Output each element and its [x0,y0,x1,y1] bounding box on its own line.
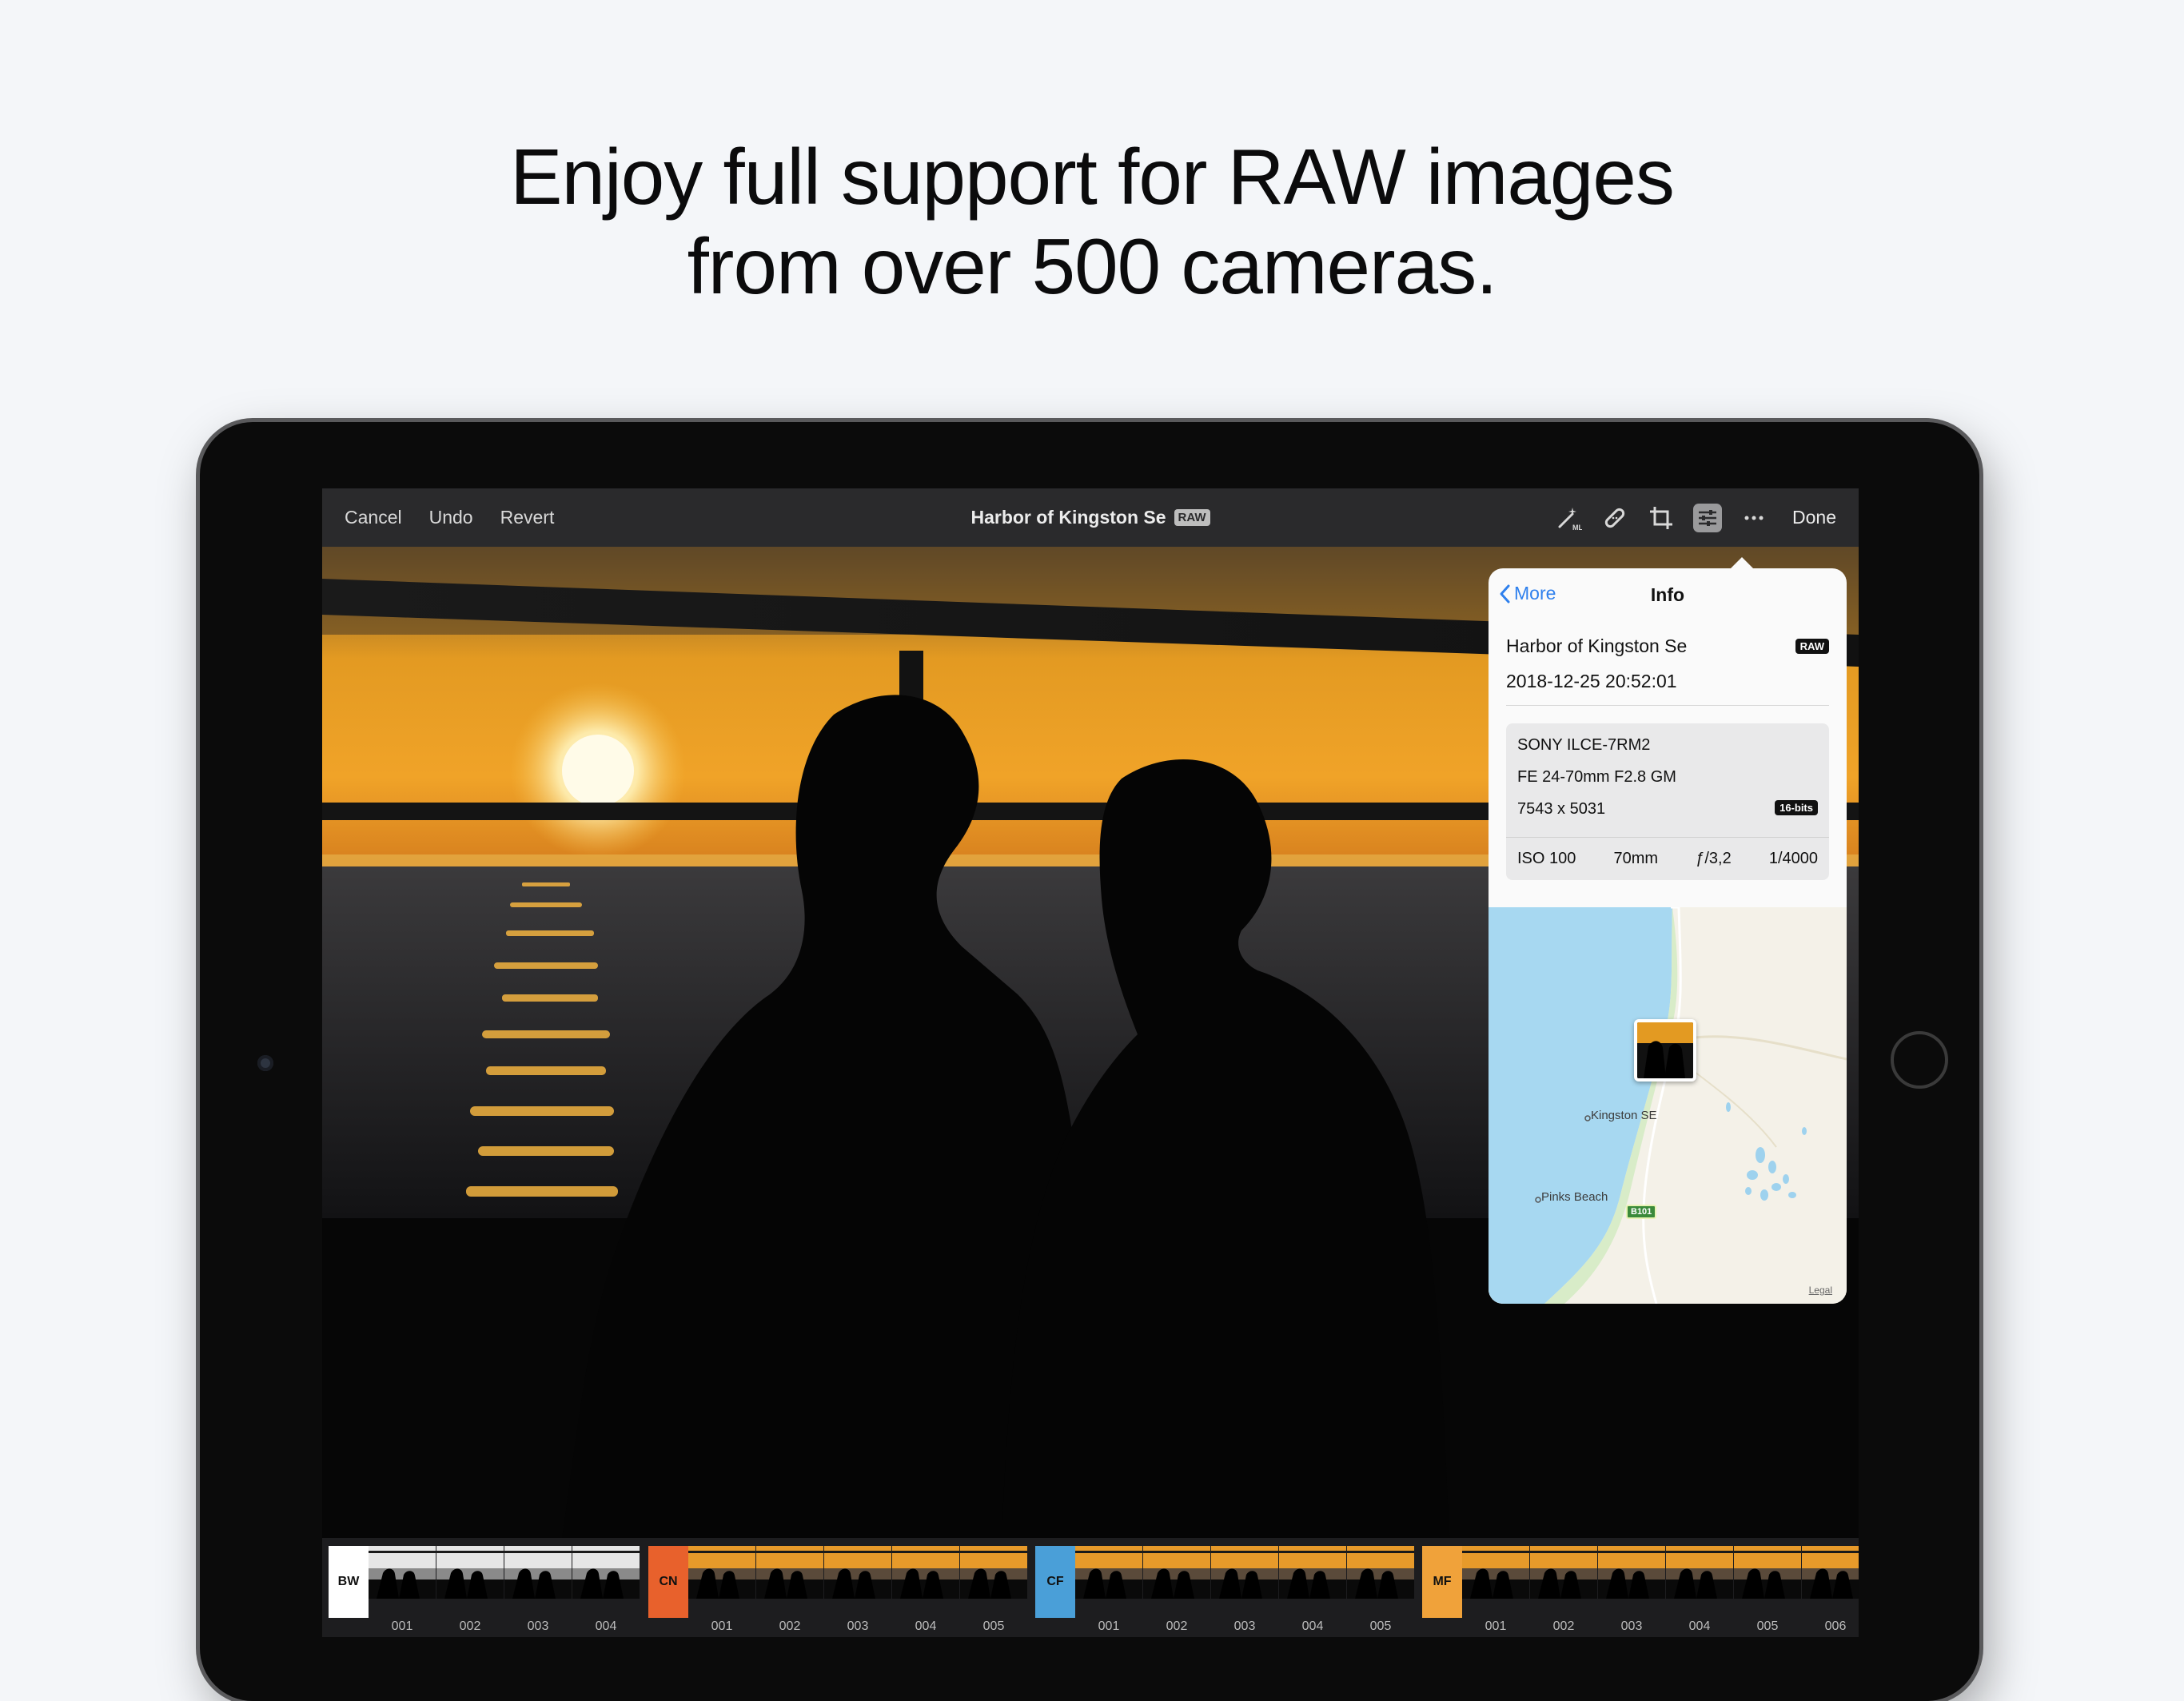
film-preset-number: 005 [1369,1619,1392,1633]
home-button[interactable] [1891,1031,1948,1089]
film-preset-number: 002 [779,1619,801,1633]
road-sign-badge: B101 [1626,1205,1657,1219]
lens-model: FE 24-70mm F2.8 GM [1517,768,1676,786]
film-group-bw: BW 001 002 003 004 [329,1546,640,1637]
film-preset-number: 006 [1824,1619,1847,1633]
film-preset-thumbnail[interactable] [1462,1546,1529,1599]
film-preset-number: 001 [1485,1619,1507,1633]
film-preset-number: 005 [1756,1619,1779,1633]
film-preset-number: 004 [1688,1619,1711,1633]
film-preset-thumbnail[interactable] [504,1546,572,1599]
film-preset-thumbnail[interactable] [1211,1546,1278,1599]
film-category-label[interactable]: CF [1035,1546,1075,1618]
film-preset-number: 003 [527,1619,549,1633]
raw-badge: RAW [1795,639,1829,654]
exposure-stats: ISO 100 70mm ƒ/3,2 1/4000 [1517,850,1818,868]
info-popover: More Info Harbor of Kingston Se RAW 2018… [1489,568,1847,1304]
film-preset-thumbnail[interactable] [688,1546,755,1599]
film-category-label[interactable]: BW [329,1546,369,1618]
film-preset-thumbnail[interactable] [1666,1546,1733,1599]
crop-icon[interactable] [1647,504,1676,532]
film-preset-number: 003 [847,1619,869,1633]
film-preset-thumbnail[interactable] [1075,1546,1142,1599]
magic-wand-ml-icon[interactable]: ML [1554,504,1583,532]
film-preset-number: 001 [711,1619,733,1633]
film-category-label[interactable]: CN [648,1546,688,1618]
aperture-value: ƒ/3,2 [1696,850,1732,867]
film-preset-number: 003 [1233,1619,1256,1633]
sliders-icon[interactable] [1693,503,1723,532]
film-group-mf: MF 001 002 003 004 005 006 [1422,1546,1859,1637]
film-preset-thumbnail[interactable] [1143,1546,1210,1599]
film-preset-number: 003 [1620,1619,1643,1633]
camera-model: SONY ILCE-7RM2 [1517,736,1651,754]
front-camera [257,1055,273,1071]
popover-header: More Info [1489,568,1847,624]
exif-card: SONY ILCE-7RM2 FE 24-70mm F2.8 GM 7543 x… [1506,723,1829,880]
toolbar-right-tools: ML Done [1554,488,1836,547]
popover-title: Info [1650,584,1685,605]
focal-length: 70mm [1613,850,1659,867]
film-preset-thumbnail[interactable] [892,1546,959,1599]
headline-line-1: Enjoy full support for RAW images [510,133,1675,221]
photo-location-pin[interactable] [1634,1019,1696,1082]
film-preset-number: 002 [1552,1619,1575,1633]
film-group-cn: CN 001 002 003 004 005 [648,1546,1028,1637]
bit-depth-badge: 16-bits [1775,800,1818,815]
film-preset-thumbnail[interactable] [369,1546,436,1599]
film-preset-number: 004 [915,1619,937,1633]
photo-title-text: Harbor of Kingston Se [970,507,1166,528]
shutter-speed: 1/4000 [1768,850,1818,867]
headline: Enjoy full support for RAW images from o… [0,132,2184,311]
app-screen: Cancel Undo Revert Harbor of Kingston Se… [322,488,1859,1637]
film-preset-strip: BW 001 002 003 004 CN 001 002 003 004 005 CF 001 002 0… [322,1538,1859,1637]
iso-value: ISO 100 [1517,850,1576,867]
photo-date: 2018-12-25 20:52:01 [1506,671,1677,691]
photo-name: Harbor of Kingston Se [1506,635,1688,656]
divider [1506,705,1829,706]
done-button[interactable]: Done [1792,507,1836,528]
film-preset-number: 002 [1166,1619,1188,1633]
film-preset-thumbnail[interactable] [1802,1546,1859,1599]
headline-line-2: from over 500 cameras. [687,222,1498,310]
raw-badge: RAW [1174,509,1210,526]
film-preset-thumbnail[interactable] [756,1546,823,1599]
ml-label: ML [1572,524,1582,532]
film-preset-thumbnail[interactable] [1279,1546,1346,1599]
location-map[interactable]: Kingston SE Pinks Beach B101 Legal [1489,906,1847,1304]
more-icon[interactable] [1740,504,1768,532]
divider [1506,837,1829,838]
map-label-town: Kingston SE [1591,1109,1657,1122]
film-preset-number: 004 [1301,1619,1324,1633]
film-preset-number: 004 [595,1619,617,1633]
bandage-icon[interactable] [1600,504,1629,532]
image-resolution: 7543 x 5031 [1517,800,1606,818]
film-preset-number: 002 [459,1619,481,1633]
film-preset-thumbnail[interactable] [436,1546,504,1599]
film-preset-number: 005 [982,1619,1005,1633]
film-preset-thumbnail[interactable] [1530,1546,1597,1599]
film-preset-number: 001 [1098,1619,1120,1633]
film-group-cf: CF 001 002 003 004 005 [1035,1546,1415,1637]
map-legal-link[interactable]: Legal [1809,1285,1832,1296]
editor-toolbar: Cancel Undo Revert Harbor of Kingston Se… [322,488,1859,547]
film-category-label[interactable]: MF [1422,1546,1462,1618]
film-preset-thumbnail[interactable] [1598,1546,1665,1599]
film-preset-thumbnail[interactable] [1734,1546,1801,1599]
film-preset-thumbnail[interactable] [824,1546,891,1599]
map-label-beach: Pinks Beach [1541,1190,1608,1204]
film-preset-thumbnail[interactable] [960,1546,1027,1599]
film-preset-thumbnail[interactable] [1347,1546,1414,1599]
film-preset-number: 001 [391,1619,413,1633]
film-preset-thumbnail[interactable] [572,1546,640,1599]
